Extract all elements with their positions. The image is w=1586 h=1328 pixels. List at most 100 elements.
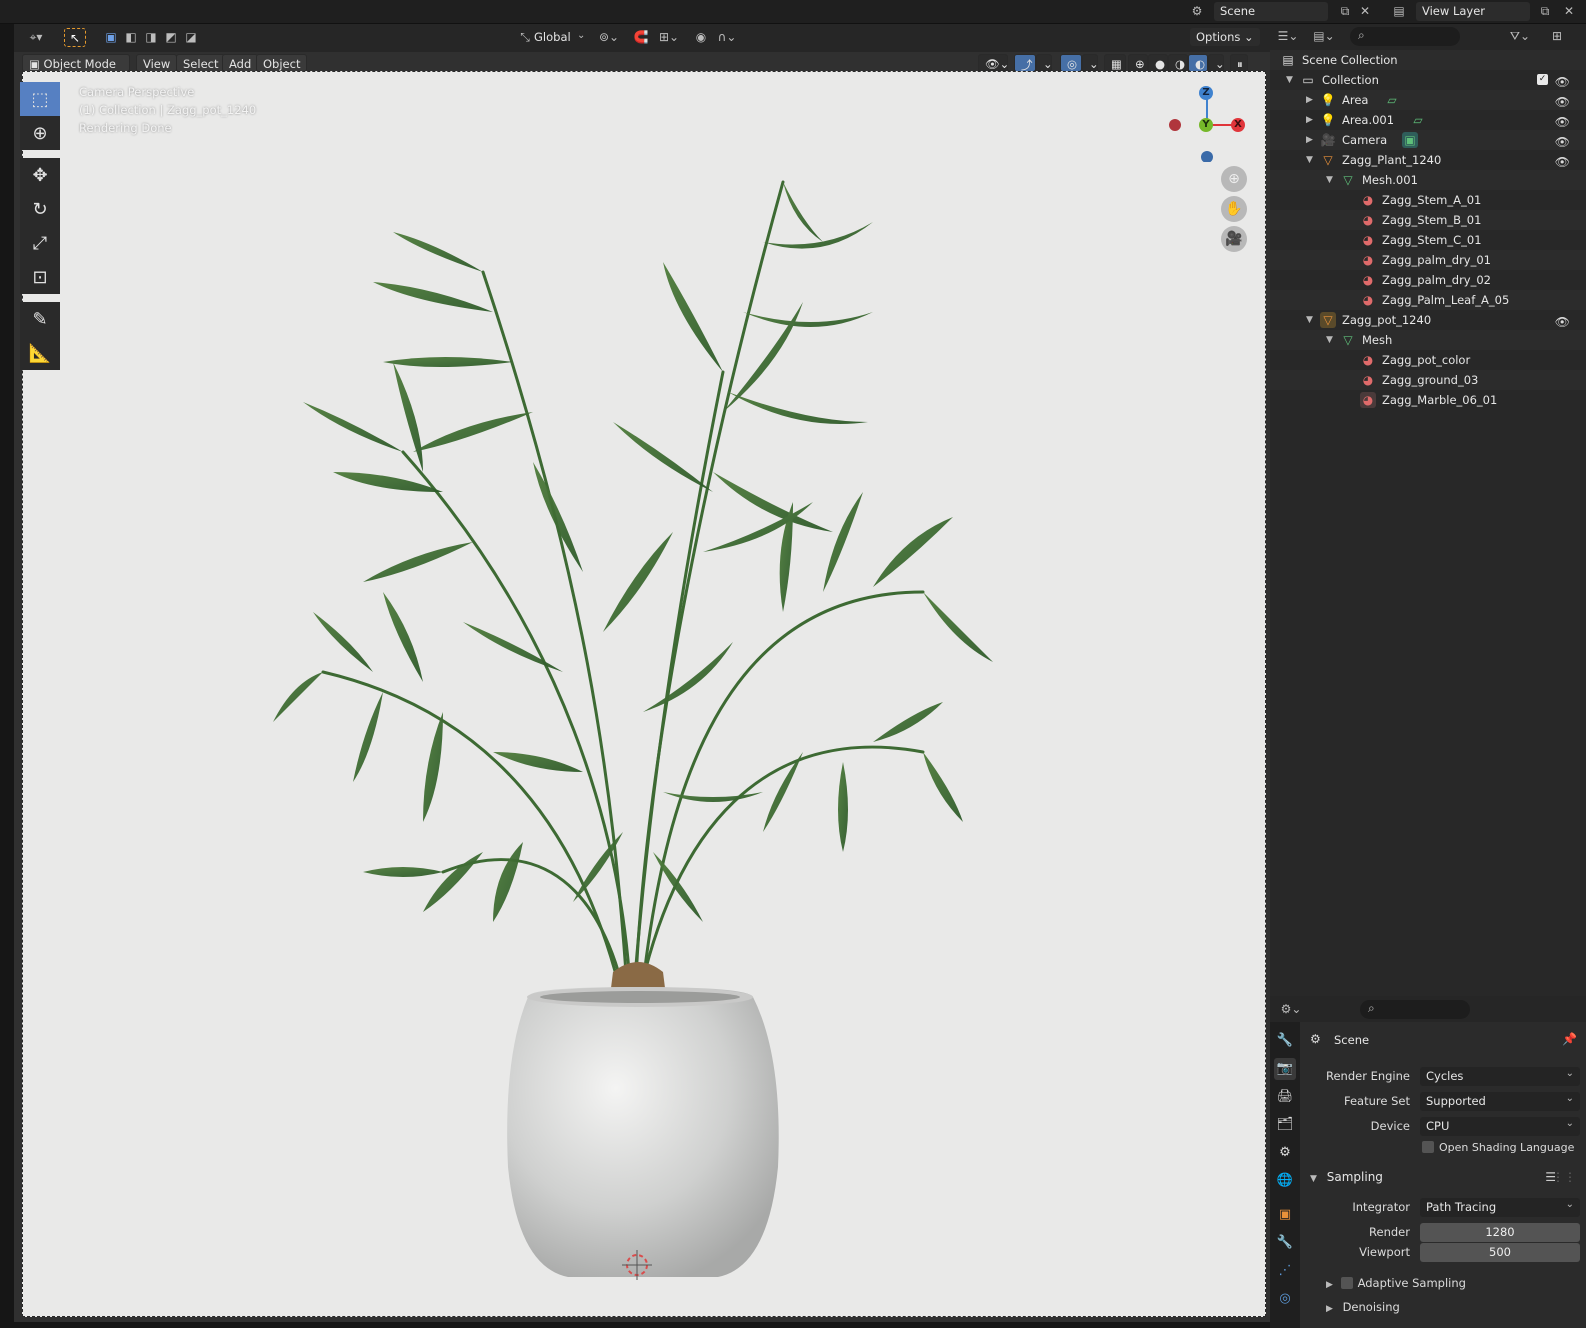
outliner-row[interactable]: ▼ ▭ Collection ✓ 👁 <box>1270 70 1586 90</box>
new-collection-icon[interactable]: ⊞ <box>1546 27 1568 46</box>
transform-orientation-dropdown[interactable]: Global <box>534 30 571 44</box>
xray-icon[interactable]: ▦ <box>1104 54 1126 72</box>
viewport-samples-field[interactable]: 500 <box>1420 1243 1580 1262</box>
rendered-shading-icon[interactable]: ◐ <box>1188 54 1208 72</box>
menu-view[interactable]: View <box>136 54 178 72</box>
eye-icon[interactable]: 👁 <box>1555 72 1570 92</box>
outliner-row[interactable]: ▶ 🎥 Camera ▣ 👁 <box>1270 130 1586 150</box>
eye-icon[interactable]: 👁 <box>1555 112 1570 132</box>
display-mode-icon[interactable]: ▤⌄ <box>1310 27 1338 46</box>
filter-icon[interactable]: ⛛⌄ <box>1506 27 1534 46</box>
material-shading-icon[interactable]: ◑ <box>1168 54 1188 72</box>
feature-set-dropdown[interactable]: Supported ⌄ <box>1420 1092 1580 1111</box>
editor-type-icon[interactable]: ⌖▾ <box>22 28 50 47</box>
gizmo-x-axis[interactable]: X <box>1231 118 1245 132</box>
cursor-tool-icon[interactable]: ⊕ <box>20 116 60 150</box>
chevron-down-icon[interactable]: ⌄ <box>1036 54 1053 72</box>
transform-orientation-icon[interactable]: ⤡ <box>514 28 536 47</box>
editor-type-icon[interactable]: ☰⌄ <box>1274 27 1302 46</box>
expand-arrow-icon[interactable]: ▶ <box>1306 90 1313 110</box>
drag-handle-icon[interactable]: ⋮⋮ <box>1552 1170 1576 1184</box>
view-layer-tab-icon[interactable]: 🗂 <box>1274 1114 1296 1136</box>
menu-select[interactable]: Select <box>176 54 226 72</box>
select-mode-invert-icon[interactable]: ◩ <box>160 28 182 47</box>
outliner-row[interactable]: ▶ 💡 Area.001 ▱ 👁 <box>1270 110 1586 130</box>
render-tab-icon[interactable]: 📷 <box>1274 1058 1296 1080</box>
gizmo-toggle-icon[interactable]: ⤴ <box>1014 54 1036 72</box>
chevron-down-icon[interactable]: ⌄ <box>1208 54 1225 72</box>
outliner-row[interactable]: ◕ Zagg_Stem_C_01 <box>1270 230 1586 250</box>
measure-tool-icon[interactable]: 📐 <box>20 336 60 370</box>
device-dropdown[interactable]: CPU ⌄ <box>1420 1117 1580 1136</box>
physics-tab-icon[interactable]: ◎ <box>1274 1288 1296 1310</box>
expand-arrow-icon[interactable]: ▼ <box>1306 150 1313 170</box>
visibility-icon[interactable]: 👁⌄ <box>978 54 1009 72</box>
expand-arrow-icon[interactable]: ▶ <box>1306 130 1313 150</box>
snap-icon[interactable]: 🧲 <box>630 28 652 47</box>
wireframe-shading-icon[interactable]: ⊕ <box>1128 54 1148 72</box>
annotate-tool-icon[interactable]: ✎ <box>20 302 60 336</box>
world-tab-icon[interactable]: 🌐 <box>1274 1170 1296 1192</box>
integrator-dropdown[interactable]: Path Tracing ⌄ <box>1420 1198 1580 1217</box>
expand-arrow-icon[interactable]: ▼ <box>1306 310 1313 330</box>
outliner-row[interactable]: ◕ Zagg_palm_dry_01 <box>1270 250 1586 270</box>
new-view-layer-icon[interactable]: ⧉ <box>1534 2 1556 21</box>
outliner-row[interactable]: ▼ ▽ Mesh.001 <box>1270 170 1586 190</box>
eye-icon[interactable]: 👁 <box>1555 132 1570 152</box>
properties-search-input[interactable]: ⌕ <box>1360 1000 1470 1019</box>
expand-arrow-icon[interactable]: ▼ <box>1286 70 1293 90</box>
outliner-row[interactable]: ▶ 💡 Area ▱ 👁 <box>1270 90 1586 110</box>
pause-render-icon[interactable]: ⏸ <box>1230 54 1248 72</box>
denoising-subpanel[interactable]: ▶ Denoising <box>1326 1300 1400 1314</box>
transform-tool-icon[interactable]: ⊡ <box>20 260 60 294</box>
outliner-row[interactable]: ▼ ▽ Zagg_pot_1240 👁 <box>1270 310 1586 330</box>
falloff-icon[interactable]: ∩⌄ <box>712 28 742 47</box>
pan-hand-icon[interactable]: ✋ <box>1221 196 1247 222</box>
outliner-row[interactable]: ◕ Zagg_Stem_A_01 <box>1270 190 1586 210</box>
select-box-icon[interactable]: ↖ <box>64 28 86 47</box>
mode-dropdown[interactable]: ▣ Object Mode ⌄ <box>22 54 130 85</box>
solid-shading-icon[interactable]: ● <box>1148 54 1168 72</box>
camera-view-icon[interactable]: 🎥 <box>1221 226 1247 252</box>
sampling-panel-header[interactable]: ▼ Sampling ☰ ⋮⋮ <box>1310 1170 1580 1190</box>
outliner-search-input[interactable]: ⌕ <box>1350 27 1460 46</box>
scale-tool-icon[interactable]: ⤢ <box>20 226 60 260</box>
expand-arrow-icon[interactable]: ▶ <box>1306 110 1313 130</box>
osl-checkbox[interactable]: Open Shading Language <box>1422 1141 1574 1154</box>
scene-selector[interactable]: Scene <box>1214 2 1328 21</box>
close-scene-icon[interactable]: ✕ <box>1354 2 1376 21</box>
view-layer-icon[interactable]: ▤ <box>1388 2 1410 21</box>
outliner-row[interactable]: ◕ Zagg_ground_03 <box>1270 370 1586 390</box>
eye-icon[interactable]: 👁 <box>1555 152 1570 172</box>
select-mode-new-icon[interactable]: ▣ <box>100 28 122 47</box>
outliner-row[interactable]: ◕ Zagg_Stem_B_01 <box>1270 210 1586 230</box>
snap-target-icon[interactable]: ⊞⌄ <box>654 28 684 47</box>
render-samples-field[interactable]: 1280 <box>1420 1223 1580 1242</box>
select-tool-icon[interactable]: ⬚ <box>20 82 60 116</box>
gizmo-y-axis[interactable]: Y <box>1199 118 1213 132</box>
outliner-row[interactable]: ◕ Zagg_palm_dry_02 <box>1270 270 1586 290</box>
object-tab-icon[interactable]: ▣ <box>1274 1204 1296 1226</box>
close-view-layer-icon[interactable]: ✕ <box>1558 2 1580 21</box>
scene-collection-row[interactable]: ▤ Scene Collection <box>1270 50 1586 70</box>
outliner-row[interactable]: ◕ Zagg_pot_color <box>1270 350 1586 370</box>
outliner-row[interactable]: ◕ Zagg_Palm_Leaf_A_05 <box>1270 290 1586 310</box>
scene-tab-icon[interactable]: ⚙ <box>1274 1142 1296 1164</box>
outliner-row[interactable]: ◕ Zagg_Marble_06_01 <box>1270 390 1586 410</box>
exclude-checkbox[interactable]: ✓ <box>1537 74 1548 85</box>
editor-type-icon[interactable]: ⚙⌄ <box>1276 1000 1306 1019</box>
view-layer-selector[interactable]: View Layer <box>1416 2 1530 21</box>
new-scene-icon[interactable]: ⧉ <box>1334 2 1356 21</box>
modifier-tab-icon[interactable]: 🔧 <box>1274 1232 1296 1254</box>
overlays-toggle-icon[interactable]: ◎ <box>1060 54 1082 72</box>
zoom-icon[interactable]: ⊕ <box>1221 166 1247 192</box>
select-mode-extend-icon[interactable]: ◧ <box>120 28 142 47</box>
move-tool-icon[interactable]: ✥ <box>20 158 60 192</box>
menu-add[interactable]: Add <box>222 54 259 72</box>
options-dropdown[interactable]: Options ⌄ <box>1190 28 1260 46</box>
outliner-row[interactable]: ▼ ▽ Zagg_Plant_1240 👁 <box>1270 150 1586 170</box>
eye-icon[interactable]: 👁 <box>1555 312 1570 332</box>
pin-icon[interactable]: 📌 <box>1562 1032 1577 1046</box>
select-mode-subtract-icon[interactable]: ◨ <box>140 28 162 47</box>
expand-arrow-icon[interactable]: ▼ <box>1326 330 1333 350</box>
